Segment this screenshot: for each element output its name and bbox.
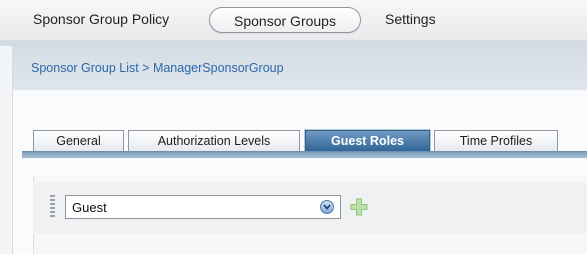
guest-role-value: Guest — [72, 200, 107, 215]
top-navigation: Sponsor Group Policy Sponsor Groups Sett… — [0, 0, 587, 41]
tab-authorization-levels[interactable]: Authorization Levels — [128, 130, 300, 152]
nav-sponsor-groups-label: Sponsor Groups — [234, 13, 336, 29]
tab-guest-roles[interactable]: Guest Roles — [305, 130, 430, 152]
nav-settings[interactable]: Settings — [385, 11, 436, 27]
guest-role-select[interactable]: Guest — [65, 195, 341, 219]
breadcrumb[interactable]: Sponsor Group List > ManagerSponsorGroup — [31, 61, 284, 75]
nav-sponsor-group-policy[interactable]: Sponsor Group Policy — [33, 11, 169, 27]
drag-handle-icon[interactable] — [50, 195, 55, 217]
tab-general[interactable]: General — [33, 130, 124, 152]
nav-sponsor-groups[interactable]: Sponsor Groups — [209, 7, 361, 33]
tab-strip — [22, 151, 587, 158]
tab-time-profiles[interactable]: Time Profiles — [434, 130, 558, 152]
chevron-down-icon[interactable] — [320, 200, 334, 214]
plus-icon[interactable] — [350, 198, 368, 216]
